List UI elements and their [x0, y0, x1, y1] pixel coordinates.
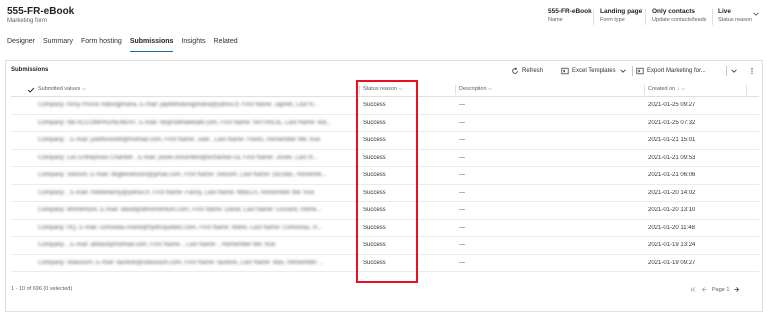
- created-on-cell: 2021-01-19 09:27: [648, 259, 696, 266]
- tab-related[interactable]: Related: [214, 38, 238, 52]
- export-icon: [636, 67, 644, 75]
- excel-icon: [561, 67, 569, 75]
- tab-form-hosting[interactable]: Form hosting: [81, 38, 122, 52]
- tab-bar: Designer Summary Form hosting Submission…: [7, 38, 238, 52]
- submitted-values-cell: Company: Les Entreprises Chantier , E-ma…: [38, 154, 318, 161]
- description-cell: ---: [459, 102, 465, 108]
- tab-insights[interactable]: Insights: [181, 38, 205, 52]
- tab-summary[interactable]: Summary: [43, 38, 73, 52]
- toolbar-divider: [632, 66, 633, 76]
- submitted-values-cell: Company: , E-mail: ablasd@hotmail.com, F…: [38, 242, 276, 248]
- created-on-cell: 2021-01-20 14:02: [648, 189, 696, 196]
- created-on-cell: 2021-01-25 07:32: [648, 119, 696, 126]
- submitted-values-cell: Company: Momentum, E-mail: david@dlmomen…: [38, 207, 322, 213]
- select-all-check-icon[interactable]: [27, 86, 35, 94]
- submitted-values-cell: Company: Anny Prince Hatungimana, E-mail…: [38, 102, 319, 108]
- description-cell: ---: [459, 119, 465, 126]
- submitted-values-cell: Company: vdavioum, E-mail: laurene@vdavi…: [38, 259, 324, 266]
- next-page-icon[interactable]: [733, 286, 740, 293]
- tab-designer[interactable]: Designer: [7, 38, 35, 52]
- description-cell: ---: [459, 154, 465, 161]
- column-divider: [746, 85, 747, 95]
- created-on-cell: 2021-01-21 06:06: [648, 172, 696, 178]
- column-header-submitted-values[interactable]: Submitted values ⌵: [38, 86, 86, 93]
- more-vertical-icon: [751, 67, 753, 75]
- created-on-cell: 2021-01-21 09:53: [648, 154, 696, 161]
- submitted-values-cell: Company: , E-mail: julieflores89@hotmail…: [38, 137, 321, 143]
- excel-templates-button[interactable]: Excel Templates: [561, 66, 627, 76]
- header-divider: [712, 9, 713, 25]
- created-on-cell: 2021-01-21 15:01: [648, 137, 696, 143]
- record-count: 1 - 10 of 696 (0 selected): [11, 286, 73, 292]
- record-subtitle: Marketing form: [7, 18, 48, 24]
- refresh-icon: [512, 67, 518, 74]
- description-cell: ---: [459, 224, 465, 231]
- created-on-cell: 2021-01-20 11:48: [648, 224, 695, 231]
- tab-submissions[interactable]: Submissions: [129, 38, 174, 52]
- column-header-description[interactable]: Description ⌵: [459, 86, 492, 93]
- chevron-down-icon: [731, 69, 737, 73]
- header-field-form-type: Landing page Form type: [600, 8, 643, 23]
- export-button[interactable]: Export Marketing for...: [636, 66, 706, 76]
- form-header: 555-FR-eBook Marketing form 555-FR-eBook…: [0, 0, 768, 32]
- created-on-cell: 2021-01-20 13:10: [648, 207, 696, 213]
- header-field-status: Live Status reason: [718, 8, 752, 23]
- description-cell: ---: [459, 242, 465, 248]
- created-on-cell: 2021-01-19 13:24: [648, 242, 696, 248]
- previous-page-icon[interactable]: [701, 286, 708, 293]
- column-header-created-on[interactable]: Created on ↓ ⌵: [648, 86, 685, 93]
- description-cell: ---: [459, 189, 465, 196]
- column-divider: [455, 85, 456, 95]
- panel-title: Submissions: [11, 67, 49, 73]
- first-page-icon[interactable]: [690, 286, 697, 293]
- toolbar-divider: [726, 66, 727, 76]
- submitted-values-cell: Company: HQ, E-mail: comiveau.marie@hydr…: [38, 224, 323, 231]
- header-divider: [645, 9, 646, 25]
- chevron-down-icon[interactable]: [752, 10, 760, 18]
- page-number: Page 1: [712, 286, 730, 293]
- chevron-down-icon: [619, 69, 626, 73]
- column-divider: [644, 85, 645, 95]
- export-dropdown-button[interactable]: [730, 66, 738, 76]
- submitted-values-cell: Company: NB ACCOMPAGNEMENT, E-mail: nb@n…: [38, 119, 332, 126]
- submitted-values-cell: Company: Seloom, E-mail: degbeseloom@gma…: [38, 172, 327, 178]
- description-cell: ---: [459, 259, 465, 266]
- more-commands-button[interactable]: [748, 66, 756, 76]
- description-cell: ---: [459, 137, 465, 143]
- description-cell: ---: [459, 172, 465, 178]
- submitted-values-cell: Company: , E-mail: mbelefanny@yahoo.fr, …: [38, 189, 315, 196]
- created-on-cell: 2021-01-25 09:27: [648, 102, 696, 108]
- header-divider: [593, 9, 594, 25]
- status-column-highlight: [356, 80, 418, 283]
- header-field-update: Only contacts Update contacts/leads: [652, 8, 707, 23]
- pager: Page 1: [690, 286, 740, 293]
- record-title: 555-FR-eBook: [7, 6, 75, 17]
- header-field-name: 555-FR-eBook Name: [548, 8, 592, 23]
- refresh-button[interactable]: Refresh: [511, 66, 543, 76]
- description-cell: ---: [459, 207, 465, 213]
